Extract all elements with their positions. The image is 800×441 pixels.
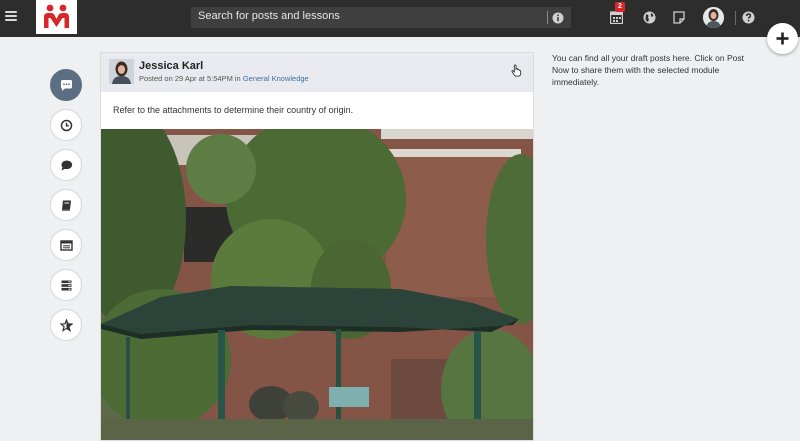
rail-stack-button[interactable] [50,269,82,301]
author-name[interactable]: Jessica Karl [139,60,203,72]
user-avatar[interactable] [703,7,724,28]
module-link[interactable]: General Knowledge [243,74,309,83]
app-logo[interactable] [36,0,77,34]
post-body: Refer to the attachments to determine th… [113,105,354,115]
top-bar: Search for posts and lessons 2 [0,0,800,37]
list-card-icon [60,240,73,251]
rail-chat-button[interactable] [50,149,82,181]
drafts-help-text: You can find all your draft posts here. … [552,53,744,87]
star-icon [60,319,73,332]
rail-cards-button[interactable] [50,229,82,261]
rail-favorites-button[interactable] [50,309,82,341]
menu-icon[interactable] [5,11,17,21]
plus-icon [776,32,789,45]
note-icon[interactable] [673,11,685,29]
search-divider [547,11,548,24]
rail-posts-button[interactable] [50,69,82,101]
calendar-badge: 2 [615,2,625,12]
search-bar[interactable]: Search for posts and lessons [191,7,571,28]
post-meta: Posted on 29 Apr at 5:54PM in General Kn… [139,74,309,83]
topbar-divider [735,11,736,25]
rail-lessons-button[interactable] [50,189,82,221]
search-input[interactable]: Search for posts and lessons [198,10,340,22]
hand-pointer-icon[interactable] [511,64,522,82]
post-card: Jessica Karl Posted on 29 Apr at 5:54PM … [100,52,534,441]
help-icon[interactable] [742,11,755,29]
book-icon [61,200,71,211]
info-icon[interactable] [552,11,564,29]
author-avatar[interactable] [109,59,134,84]
calendar-icon[interactable] [609,10,624,29]
chat-icon [61,160,73,171]
stack-icon [61,280,72,291]
globe-icon[interactable] [643,11,656,29]
clock-icon [60,119,73,132]
post-attachment-image[interactable] [101,109,533,440]
rail-history-button[interactable] [50,109,82,141]
post-header: Jessica Karl Posted on 29 Apr at 5:54PM … [101,53,533,92]
post-date: Posted on 29 Apr at 5:54PM in [139,74,243,83]
add-post-button[interactable] [767,23,798,54]
posts-icon [61,80,72,91]
